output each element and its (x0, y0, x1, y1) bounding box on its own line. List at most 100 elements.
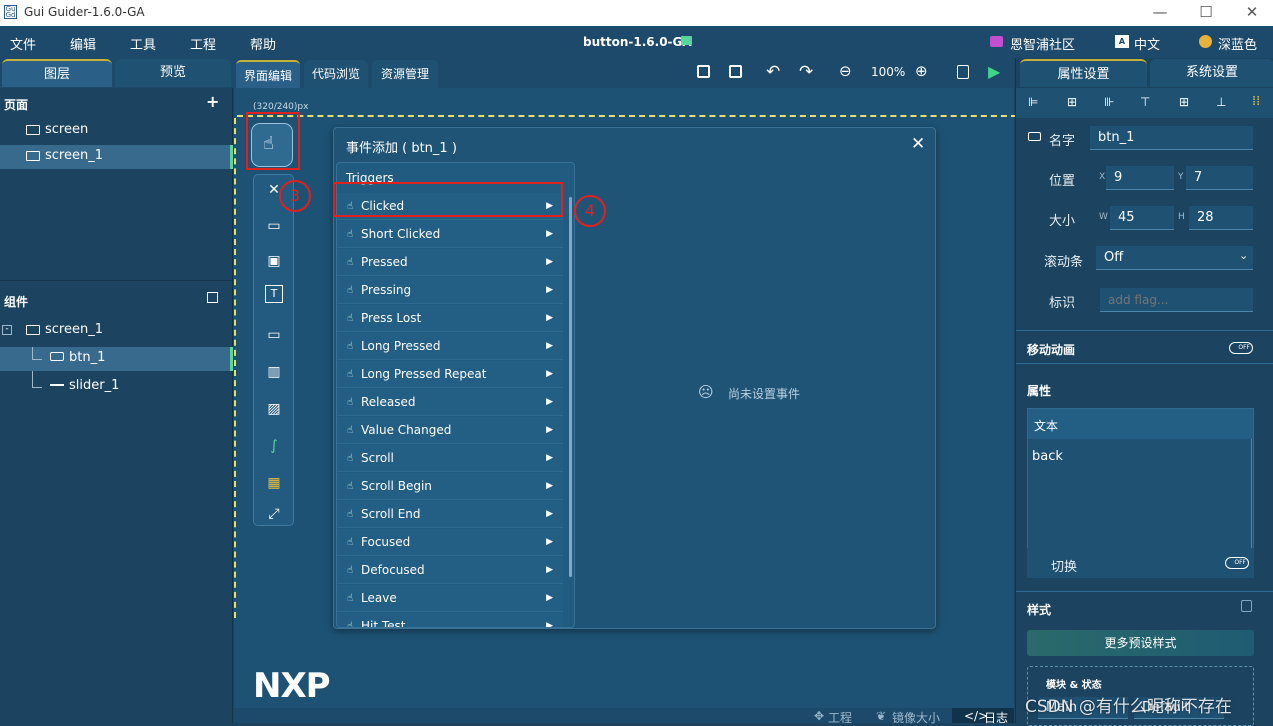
trigger-item-focused[interactable]: ☝ Focused ▶ (337, 529, 563, 556)
toggle-label: 切换 (1051, 560, 1078, 575)
tab-ui-editor[interactable]: 界面编辑 (236, 60, 300, 88)
text-label: 文本 (1034, 419, 1059, 433)
tab-preview[interactable]: 预览 (115, 59, 231, 87)
chevron-right-icon: ▶ (546, 565, 553, 575)
zoom-out-icon[interactable]: ⊖ (839, 62, 852, 80)
tree-label: btn_1 (69, 350, 106, 365)
hand-icon: ☝ (347, 397, 354, 408)
menu-file[interactable]: 文件 (10, 34, 36, 53)
status-project[interactable]: 工程 (828, 709, 852, 726)
align-left-icon[interactable]: ⊫ (1028, 95, 1038, 109)
trigger-item-press-lost[interactable]: ☝ Press Lost ▶ (337, 305, 563, 332)
menu-edit[interactable]: 编辑 (70, 34, 96, 53)
chevron-down-icon[interactable]: ⌄ (1239, 249, 1248, 262)
send-back-icon[interactable] (729, 65, 742, 78)
chevron-right-icon: ▶ (546, 285, 553, 295)
code-file-icon[interactable] (957, 65, 969, 79)
curve-widget-icon[interactable]: ∫ (261, 433, 287, 459)
triggers-list: Triggers ☝ Clicked ▶ ☝ Short Clicked ▶ ☝ Presse… (336, 162, 575, 628)
bring-front-icon[interactable] (697, 65, 710, 78)
annotation-box-4 (333, 182, 563, 217)
trigger-item-scroll-begin[interactable]: ☝ Scroll Begin ▶ (337, 473, 563, 500)
collapse-icon[interactable]: - (2, 325, 12, 335)
page-item-screen-1[interactable]: screen_1 (0, 145, 230, 169)
left-panel: 页面 + screen screen_1 组件 - screen_1 btn_1… (0, 88, 233, 723)
chevron-right-icon: ▶ (546, 621, 553, 628)
tab-system-settings[interactable]: 系统设置 (1150, 59, 1273, 87)
tree-item-btn-1[interactable]: btn_1 (0, 347, 230, 371)
image-button-widget-icon[interactable]: ▣ (261, 248, 287, 274)
community-link[interactable]: 恩智浦社区 (1010, 34, 1075, 53)
label-widget-icon[interactable]: T (265, 285, 283, 303)
x-field[interactable]: 9 (1106, 166, 1174, 190)
menu-project[interactable]: 工程 (190, 34, 216, 53)
save-style-icon[interactable] (1241, 600, 1252, 612)
tree-item-slider-1[interactable]: slider_1 (0, 371, 233, 399)
align-right-icon[interactable]: ⊪ (1104, 95, 1114, 109)
move-animation-toggle[interactable]: OFF (1229, 342, 1253, 354)
widget-toolbar: ✕ ▭ ▣ T ▭ ▥ ▨ ∫ ▦ ⤢ (253, 174, 294, 526)
tab-code-browser[interactable]: 代码浏览 (304, 60, 368, 88)
tab-resource-manager[interactable]: 资源管理 (372, 60, 438, 88)
minimize-button[interactable]: — (1137, 2, 1183, 24)
align-bottom-icon[interactable]: ⊥ (1216, 95, 1226, 109)
chart-widget-icon[interactable]: ▥ (261, 359, 287, 385)
undo-icon[interactable]: ↶ (766, 62, 780, 82)
maximize-button[interactable]: ☐ (1183, 2, 1229, 24)
width-field[interactable]: 45 (1110, 206, 1174, 230)
trigger-item-scroll-end[interactable]: ☝ Scroll End ▶ (337, 501, 563, 528)
trigger-item-pressing[interactable]: ☝ Pressing ▶ (337, 277, 563, 304)
expand-icon[interactable]: ⤢ (261, 501, 287, 527)
align-center-v-icon[interactable]: ⊞ (1179, 95, 1189, 109)
flag-input[interactable] (1100, 288, 1253, 312)
zoom-in-icon[interactable]: ⊕ (915, 62, 928, 80)
trigger-item-hit-test[interactable]: ☝ Hit Test ▶ (337, 613, 563, 628)
close-window-button[interactable]: ✕ (1229, 2, 1273, 24)
tab-layers[interactable]: 图层 (2, 59, 112, 87)
button-widget-icon[interactable]: ▭ (261, 213, 287, 239)
style-label: 样式 (1027, 603, 1052, 617)
triggers-scrollbar[interactable] (569, 197, 572, 577)
tree-item-screen-1[interactable]: - screen_1 (0, 319, 233, 343)
popout-icon[interactable] (207, 292, 218, 303)
folder-icon[interactable] (681, 36, 692, 45)
y-field[interactable]: 7 (1186, 166, 1253, 190)
menu-help[interactable]: 帮助 (250, 34, 276, 53)
theme-switch[interactable]: 深蓝色 (1218, 34, 1257, 53)
trigger-item-scroll[interactable]: ☝ Scroll ▶ (337, 445, 563, 472)
tab-property-settings[interactable]: 属性设置 (1020, 59, 1147, 87)
trigger-item-long-pressed-repeat[interactable]: ☝ Long Pressed Repeat ▶ (337, 361, 563, 388)
trigger-item-released[interactable]: ☝ Released ▶ (337, 389, 563, 416)
run-icon[interactable]: ▶ (988, 62, 1000, 81)
language-switch[interactable]: 中文 (1134, 34, 1160, 53)
status-image-size[interactable]: 镜像大小 (892, 709, 940, 726)
size-label: 大小 (1049, 214, 1076, 229)
dialog-close-icon[interactable]: ✕ (911, 134, 925, 154)
tree-line (32, 359, 42, 360)
trigger-item-long-pressed[interactable]: ☝ Long Pressed ▶ (337, 333, 563, 360)
menu-tools[interactable]: 工具 (130, 34, 156, 53)
height-field[interactable]: 28 (1189, 206, 1253, 230)
align-center-h-icon[interactable]: ⊞ (1067, 95, 1077, 109)
trigger-item-pressed[interactable]: ☝ Pressed ▶ (337, 249, 563, 276)
trigger-item-leave[interactable]: ☝ Leave ▶ (337, 585, 563, 612)
hand-icon: ☝ (347, 565, 354, 576)
scrollbar-select[interactable]: Off (1096, 246, 1253, 270)
name-field[interactable]: btn_1 (1090, 126, 1253, 150)
trigger-label: Focused (361, 535, 411, 549)
image-widget-icon[interactable]: ▨ (261, 396, 287, 422)
trigger-item-value-changed[interactable]: ☝ Value Changed ▶ (337, 417, 563, 444)
text-value[interactable]: back (1032, 449, 1063, 464)
page-item-screen[interactable]: screen (0, 119, 233, 143)
toggle-switch[interactable]: OFF (1225, 557, 1249, 569)
qrcode-widget-icon[interactable]: ▦ (261, 470, 287, 496)
redo-icon[interactable]: ↷ (799, 62, 813, 82)
grid-icon[interactable]: ⁞⁞ (1252, 94, 1260, 109)
align-top-icon[interactable]: ⊤ (1140, 95, 1150, 109)
trigger-item-defocused[interactable]: ☝ Defocused ▶ (337, 557, 563, 584)
dropdown-widget-icon[interactable]: ▭ (261, 322, 287, 348)
log-tab[interactable]: </> 日志 (952, 708, 1014, 725)
add-page-icon[interactable]: + (206, 92, 219, 111)
more-preset-styles-button[interactable]: 更多预设样式 (1027, 630, 1254, 656)
trigger-item-short-clicked[interactable]: ☝ Short Clicked ▶ (337, 221, 563, 248)
